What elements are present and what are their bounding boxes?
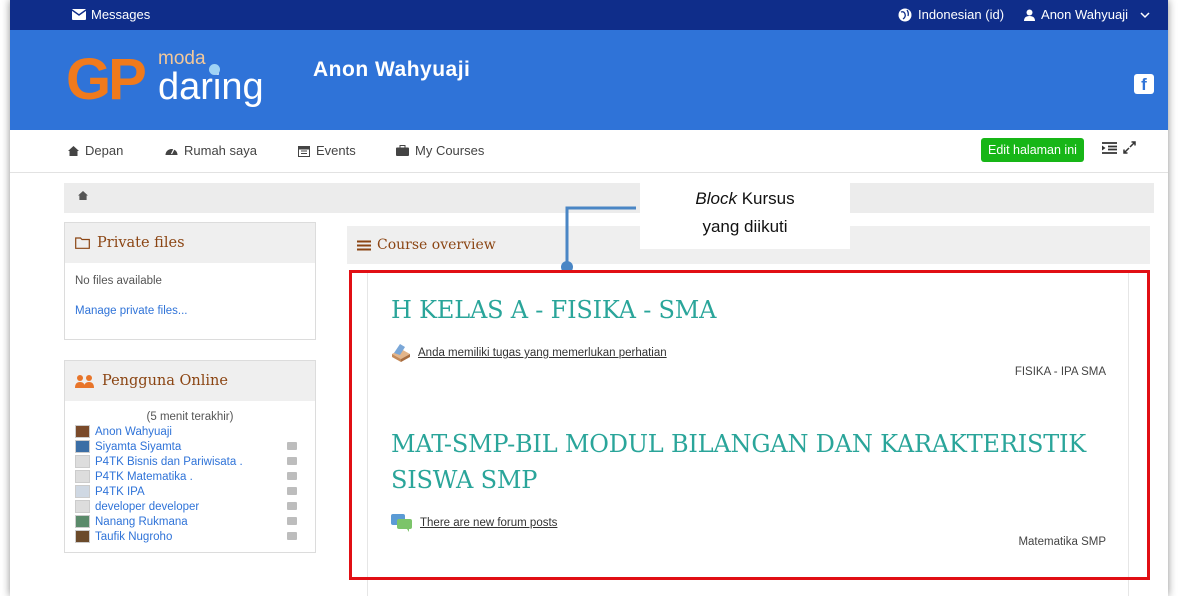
user-icon xyxy=(1024,9,1036,21)
nav-label-events: Events xyxy=(316,143,356,158)
briefcase-icon xyxy=(396,145,409,156)
online-users-block: Pengguna Online (5 menit terakhir) Anon … xyxy=(64,360,316,553)
site-name[interactable]: Anon Wahyuaji xyxy=(313,58,470,82)
chat-icon[interactable] xyxy=(287,457,297,465)
chat-icon[interactable] xyxy=(287,487,297,495)
no-files-text: No files available xyxy=(75,275,162,287)
private-files-header[interactable]: Private files xyxy=(65,223,315,263)
nav-label-rumah-saya: Rumah saya xyxy=(184,143,257,158)
facebook-icon[interactable]: f xyxy=(1134,74,1154,94)
callout-line2: yang diikuti xyxy=(702,217,788,236)
avatar xyxy=(75,485,90,498)
avatar xyxy=(75,455,90,468)
private-files-title: Private files xyxy=(97,235,185,251)
avatar xyxy=(75,440,90,453)
online-user-name: P4TK IPA xyxy=(95,485,145,498)
logo-dot xyxy=(209,64,220,75)
hamburger-icon xyxy=(357,240,371,250)
chat-icon[interactable] xyxy=(287,517,297,525)
calendar-icon xyxy=(298,145,310,157)
chat-icon[interactable] xyxy=(287,502,297,510)
online-user-name: P4TK Bisnis dan Pariwisata . xyxy=(95,455,243,468)
nav-item-depan[interactable]: Depan xyxy=(68,143,123,158)
avatar xyxy=(75,425,90,438)
messages-label: Messages xyxy=(91,7,151,22)
online-user-item[interactable]: Nanang Rukmana xyxy=(75,514,305,529)
nav-label-my-courses: My Courses xyxy=(415,143,485,158)
site-logo[interactable]: GP moda daring xyxy=(66,44,306,124)
messages-link[interactable]: Messages xyxy=(72,7,150,22)
home-icon[interactable] xyxy=(78,191,88,200)
globe-icon xyxy=(898,8,912,21)
nav-bar: Depan Rumah saya Events My Courses Edit … xyxy=(10,130,1168,173)
online-user-item[interactable]: Anon Wahyuaji xyxy=(75,424,305,439)
nav-item-my-courses[interactable]: My Courses xyxy=(396,143,484,158)
list-indent-icon[interactable] xyxy=(1102,141,1117,154)
users-icon xyxy=(75,375,94,388)
callout-italic: Block xyxy=(695,189,737,208)
left-column: Private files No files available Manage … xyxy=(64,222,316,573)
online-users-list: Anon Wahyuaji Siyamta Siyamta P4TK Bisnis … xyxy=(75,424,305,544)
highlight-box xyxy=(349,270,1150,580)
online-users-header[interactable]: Pengguna Online xyxy=(65,361,315,401)
envelope-icon xyxy=(72,9,86,20)
logo-gp: GP xyxy=(66,47,147,112)
avatar xyxy=(75,515,90,528)
private-files-block: Private files No files available Manage … xyxy=(64,222,316,340)
folder-icon xyxy=(75,237,90,249)
online-user-item[interactable]: P4TK Bisnis dan Pariwisata . xyxy=(75,454,305,469)
nav-item-rumah-saya[interactable]: Rumah saya xyxy=(165,143,257,158)
online-user-name: developer developer xyxy=(95,500,200,513)
chat-icon[interactable] xyxy=(287,442,297,450)
site-header: GP moda daring Anon Wahyuaji f xyxy=(10,30,1168,130)
chat-icon[interactable] xyxy=(287,472,297,480)
avatar xyxy=(75,470,90,483)
manage-private-files-link[interactable]: Manage private files... xyxy=(75,305,305,317)
avatar xyxy=(75,530,90,543)
course-overview-title: Course overview xyxy=(377,237,496,253)
online-user-name: Taufik Nugroho xyxy=(95,530,173,543)
language-menu[interactable]: Indonesian (id) xyxy=(918,7,1004,22)
online-user-item[interactable]: P4TK Matematika . xyxy=(75,469,305,484)
online-user-name: Anon Wahyuaji xyxy=(95,425,172,438)
online-user-item[interactable]: Taufik Nugroho xyxy=(75,529,305,544)
chat-icon[interactable] xyxy=(287,532,297,540)
browser-frame: Messages Indonesian (id) Anon Wahyuaji G… xyxy=(10,0,1168,596)
annotation-callout: Block Kursus yang diikuti xyxy=(640,183,850,249)
online-users-title: Pengguna Online xyxy=(102,373,228,389)
online-user-name: Siyamta Siyamta xyxy=(95,440,182,453)
online-user-name: P4TK Matematika . xyxy=(95,470,193,483)
online-user-item[interactable]: P4TK IPA xyxy=(75,484,305,499)
edit-page-button[interactable]: Edit halaman ini xyxy=(981,138,1084,162)
expand-icon[interactable] xyxy=(1123,141,1136,154)
annotation-pointer xyxy=(561,206,636,273)
dashboard-icon xyxy=(165,148,178,155)
online-user-name: Nanang Rukmana xyxy=(95,515,188,528)
user-menu[interactable]: Anon Wahyuaji xyxy=(1041,7,1128,22)
nav-label-depan: Depan xyxy=(85,143,124,158)
top-bar: Messages Indonesian (id) Anon Wahyuaji xyxy=(10,0,1168,30)
online-users-subtitle: (5 menit terakhir) xyxy=(146,411,234,423)
chevron-down-icon[interactable] xyxy=(1140,11,1150,19)
callout-line1: Kursus xyxy=(741,189,795,208)
online-user-item[interactable]: Siyamta Siyamta xyxy=(75,439,305,454)
avatar xyxy=(75,500,90,513)
nav-item-events[interactable]: Events xyxy=(298,143,356,158)
online-user-item[interactable]: developer developer xyxy=(75,499,305,514)
home-icon xyxy=(68,145,79,156)
